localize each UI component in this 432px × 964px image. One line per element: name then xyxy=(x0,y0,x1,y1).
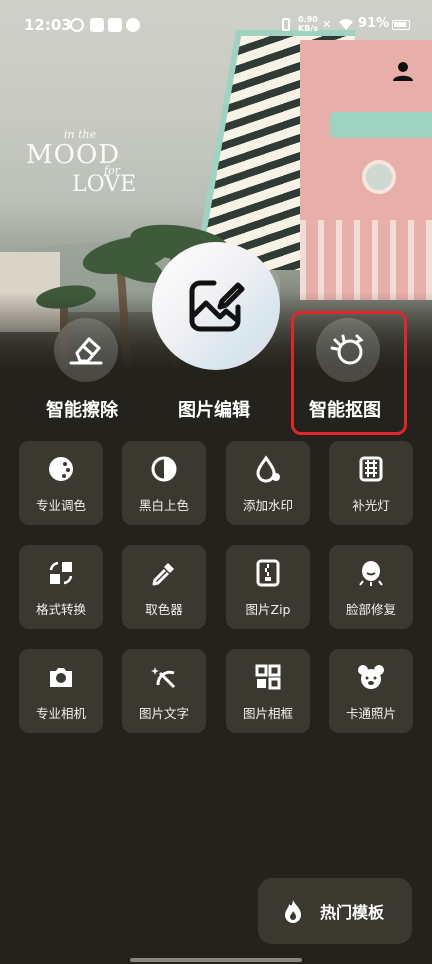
tool-color-picker[interactable]: 取色器 xyxy=(122,545,206,629)
edit-image-icon xyxy=(189,280,245,332)
profile-icon[interactable] xyxy=(392,60,414,82)
fill-light-icon xyxy=(356,454,386,484)
smart-erase-label[interactable]: 智能擦除 xyxy=(46,396,118,422)
mood-for-love-logo: in the MOOD for LOVE xyxy=(26,128,137,197)
tool-cartoon-photo[interactable]: 卡通照片 xyxy=(329,649,413,733)
battery-icon xyxy=(392,20,410,30)
zip-icon xyxy=(253,558,283,588)
camera-icon xyxy=(46,662,76,692)
wifi-icon xyxy=(339,19,353,30)
image-edit-label[interactable]: 图片编辑 xyxy=(178,396,250,422)
black-white-icon xyxy=(149,454,179,484)
tool-format-convert[interactable]: 格式转换 xyxy=(19,545,103,629)
mail-notification-icon xyxy=(90,18,104,32)
sim-icon: ✕ xyxy=(322,18,332,31)
network-speed: 0.90 KB/s xyxy=(298,15,318,33)
wechat-notification-icon xyxy=(126,18,140,32)
tool-pro-camera[interactable]: 专业相机 xyxy=(19,649,103,733)
hot-templates-button[interactable]: 热门模板 xyxy=(258,878,412,944)
app-notification-icon xyxy=(70,18,84,32)
status-time: 12:03 xyxy=(24,16,72,34)
status-bar: 12:03 0.90 KB/s ✕ 91% xyxy=(0,0,432,52)
color-grading-icon xyxy=(46,454,76,484)
tool-bw-colorize[interactable]: 黑白上色 xyxy=(122,441,206,525)
tool-image-zip[interactable]: 图片Zip xyxy=(226,545,310,629)
text-magic-icon xyxy=(149,662,179,692)
tool-watermark[interactable]: 添加水印 xyxy=(226,441,310,525)
frame-icon xyxy=(253,662,283,692)
color-picker-icon xyxy=(149,558,179,588)
image-edit-button[interactable] xyxy=(152,242,280,370)
tool-color-grading[interactable]: 专业调色 xyxy=(19,441,103,525)
eraser-icon xyxy=(69,337,103,365)
tool-face-repair[interactable]: 脸部修复 xyxy=(329,545,413,629)
format-convert-icon xyxy=(46,558,76,588)
battery-percent: 91% xyxy=(358,16,390,31)
smart-erase-button[interactable] xyxy=(54,318,118,382)
tool-fill-light[interactable]: 补光灯 xyxy=(329,441,413,525)
cartoon-icon xyxy=(356,662,386,692)
fire-icon xyxy=(285,900,301,923)
tool-image-frame[interactable]: 图片相框 xyxy=(226,649,310,733)
home-indicator[interactable] xyxy=(130,958,302,962)
play-notification-icon xyxy=(108,18,122,32)
tool-image-text[interactable]: 图片文字 xyxy=(122,649,206,733)
selection-highlight xyxy=(291,311,407,435)
hot-templates-label: 热门模板 xyxy=(320,903,385,922)
watermark-icon xyxy=(253,454,283,484)
vibrate-icon xyxy=(282,18,290,31)
face-repair-icon xyxy=(356,558,386,588)
